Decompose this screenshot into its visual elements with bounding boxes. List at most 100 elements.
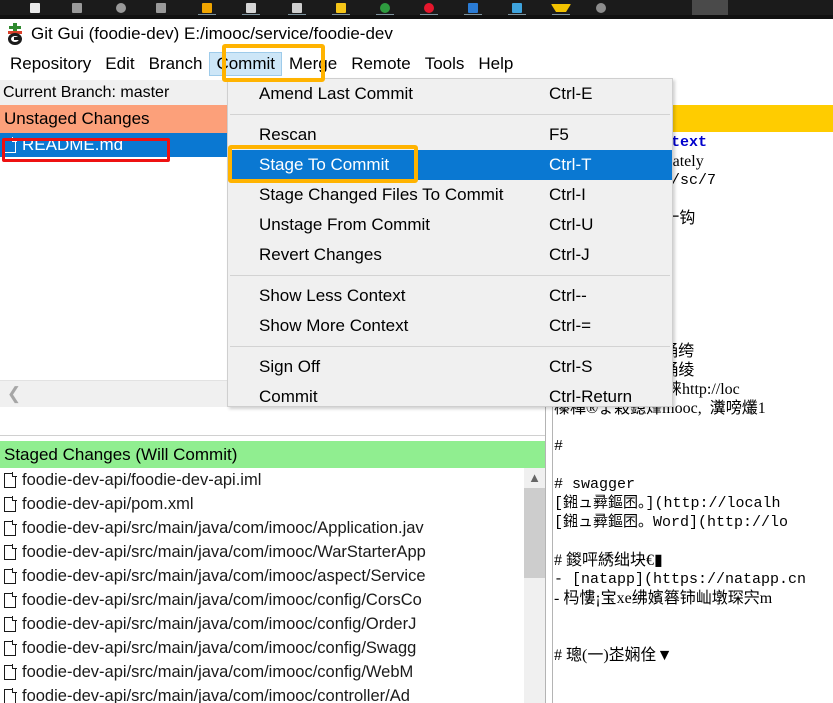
- diff-line: # 璁(一)峜娴佺▼: [554, 646, 833, 665]
- chat-icon[interactable]: [462, 0, 484, 17]
- folder-icon[interactable]: [196, 0, 218, 17]
- icon-glyph: [156, 2, 166, 13]
- menu-remote[interactable]: Remote: [344, 52, 418, 76]
- menu-label: Commit: [216, 54, 275, 73]
- git-gui-icon[interactable]: [590, 0, 612, 15]
- cloud-icon[interactable]: [506, 0, 528, 17]
- diff-line: # 鍐呯綉绌块€▮: [554, 551, 833, 570]
- menu-item-revert-changes[interactable]: Revert Changes Ctrl-J: [228, 240, 672, 270]
- file-list-item[interactable]: foodie-dev-api/pom.xml: [0, 492, 524, 516]
- menu-separator: [230, 114, 670, 115]
- menu-item-sign-off[interactable]: Sign Off Ctrl-S: [228, 352, 672, 382]
- menu-item-rescan[interactable]: Rescan F5: [228, 120, 672, 150]
- menu-item-label: Show Less Context: [259, 286, 406, 305]
- diff-line: [554, 627, 833, 646]
- staged-changes-header: Staged Changes (Will Commit): [0, 441, 545, 468]
- menu-item-unstage-from-commit[interactable]: Unstage From Commit Ctrl-U: [228, 210, 672, 240]
- file-list-item[interactable]: foodie-dev-api/src/main/java/com/imooc/c…: [0, 660, 524, 684]
- taskbar-active-window[interactable]: [692, 0, 728, 15]
- diff-line: - 杩慺¡宝xe绋嬪簭铈屾墩琛宍m: [554, 589, 833, 608]
- diff-line: [554, 418, 833, 437]
- menu-item-label: Amend Last Commit: [259, 84, 413, 103]
- file-list-item[interactable]: README.md: [0, 133, 227, 157]
- document-icon[interactable]: [240, 0, 262, 17]
- file-name: foodie-dev-api/src/main/java/com/imooc/c…: [22, 638, 417, 657]
- file-name: foodie-dev-api/src/main/java/com/imooc/c…: [22, 590, 422, 609]
- scroll-left-arrow-icon[interactable]: ❮: [6, 385, 22, 402]
- git-gui-app-icon: [5, 22, 25, 45]
- diff-line-text: # 鍐呯綉绌块€▮: [554, 552, 663, 569]
- file-name: foodie-dev-api/src/main/java/com/imooc/A…: [22, 518, 424, 537]
- menu-label: Tools: [424, 54, 465, 73]
- menu-repository[interactable]: Repository: [3, 52, 98, 76]
- circle-icon[interactable]: [110, 0, 132, 15]
- menu-item-show-more-context[interactable]: Show More Context Ctrl-=: [228, 311, 672, 341]
- diff-line-text: - [natapp](https://natapp.cn: [554, 571, 807, 588]
- staged-vertical-scrollbar[interactable]: ▲: [524, 468, 545, 703]
- menu-item-shortcut: Ctrl-E: [549, 84, 593, 103]
- scroll-up-arrow-icon[interactable]: ▲: [524, 468, 545, 488]
- icon-glyph: [424, 2, 434, 13]
- menu-item-label: Commit: [259, 387, 318, 406]
- menu-branch[interactable]: Branch: [142, 52, 210, 76]
- file-name: README.md: [22, 135, 124, 154]
- file-list-item[interactable]: foodie-dev-api/src/main/java/com/imooc/A…: [0, 516, 524, 540]
- download-icon[interactable]: [550, 0, 572, 17]
- menu-item-shortcut: Ctrl-=: [549, 316, 592, 335]
- menu-help[interactable]: Help: [471, 52, 520, 76]
- menu-commit[interactable]: Commit: [209, 52, 282, 76]
- menu-separator: [230, 346, 670, 347]
- menu-item-stage-changed-files-to-commit[interactable]: Stage Changed Files To Commit Ctrl-I: [228, 180, 672, 210]
- file-document-icon: [4, 688, 17, 703]
- question-icon[interactable]: [66, 0, 88, 15]
- file-list-item[interactable]: foodie-dev-api/src/main/java/com/imooc/c…: [0, 684, 524, 703]
- file-document-icon: [4, 664, 17, 680]
- file-list-item[interactable]: foodie-dev-api/src/main/java/com/imooc/W…: [0, 540, 524, 564]
- slides-icon[interactable]: [330, 0, 352, 17]
- icon-glyph: [72, 2, 82, 13]
- menu-item-stage-to-commit[interactable]: Stage To Commit Ctrl-T: [228, 150, 672, 180]
- menu-item-commit[interactable]: Commit Ctrl-Return: [228, 382, 672, 412]
- diff-line: #: [554, 437, 833, 456]
- unstaged-changes-header: Unstaged Changes: [0, 105, 227, 133]
- staged-changes-list[interactable]: foodie-dev-api/foodie-dev-api.iml foodie-…: [0, 468, 524, 703]
- menu-label: Remote: [351, 54, 411, 73]
- file-list-item[interactable]: foodie-dev-api/src/main/java/com/imooc/c…: [0, 588, 524, 612]
- menu-label: Edit: [105, 54, 135, 73]
- file-document-icon: [4, 496, 17, 512]
- diff-line: [鎺ュ彛鏂囨。Word](http://lo: [554, 513, 833, 532]
- file-list-item[interactable]: foodie-dev-api/src/main/java/com/imooc/a…: [0, 564, 524, 588]
- diff-line: [554, 532, 833, 551]
- unstaged-changes-list[interactable]: README.md: [0, 133, 227, 380]
- menu-merge[interactable]: Merge: [282, 52, 344, 76]
- bars-icon[interactable]: [150, 0, 172, 15]
- menu-item-shortcut: F5: [549, 125, 569, 144]
- commit-dropdown-menu[interactable]: Amend Last Commit Ctrl-E Rescan F5 Stage To …: [227, 78, 673, 407]
- windows-explorer-icon[interactable]: [24, 0, 46, 15]
- file-name: foodie-dev-api/src/main/java/com/imooc/c…: [22, 662, 414, 681]
- file-list-item[interactable]: foodie-dev-api/foodie-dev-api.iml: [0, 468, 524, 492]
- file-list-item[interactable]: foodie-dev-api/src/main/java/com/imooc/c…: [0, 636, 524, 660]
- file-name: foodie-dev-api/pom.xml: [22, 494, 194, 513]
- leaf-icon[interactable]: [286, 0, 308, 17]
- file-document-icon: [4, 592, 17, 608]
- menu-item-amend-last-commit[interactable]: Amend Last Commit Ctrl-E: [228, 79, 672, 109]
- menu-tools[interactable]: Tools: [418, 52, 472, 76]
- menu-item-show-less-context[interactable]: Show Less Context Ctrl--: [228, 281, 672, 311]
- file-list-item[interactable]: foodie-dev-api/src/main/java/com/imooc/c…: [0, 612, 524, 636]
- file-document-icon: [4, 137, 17, 153]
- menu-item-shortcut: Ctrl-I: [549, 185, 586, 204]
- scrollbar-thumb[interactable]: [524, 488, 545, 578]
- diff-line-text: #: [554, 438, 564, 455]
- menu-item-label: Revert Changes: [259, 245, 382, 264]
- recorder-icon[interactable]: [418, 0, 440, 17]
- menu-edit[interactable]: Edit: [98, 52, 141, 76]
- icon-glyph: [292, 2, 302, 13]
- file-document-icon: [4, 640, 17, 656]
- file-document-icon: [4, 544, 17, 560]
- menu-item-label: Stage Changed Files To Commit: [259, 185, 504, 204]
- menu-item-label: Unstage From Commit: [259, 215, 430, 234]
- chrome-icon[interactable]: [374, 0, 396, 17]
- menu-item-shortcut: Ctrl-S: [549, 357, 593, 376]
- icon-glyph: [380, 2, 390, 13]
